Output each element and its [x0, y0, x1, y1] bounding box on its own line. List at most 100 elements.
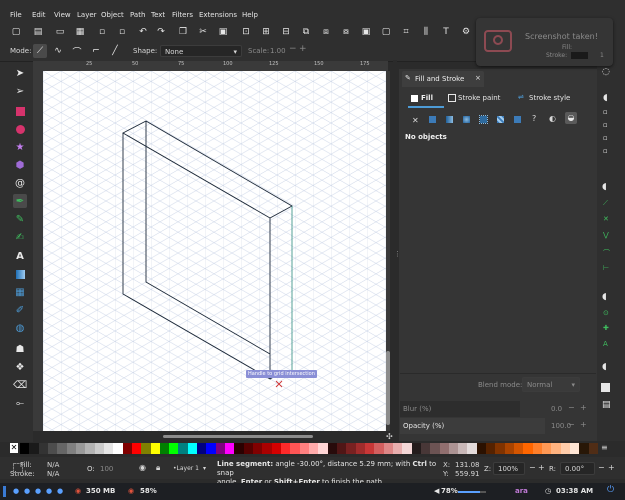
- snap-smooth-icon[interactable]: ⌒: [603, 248, 610, 258]
- opacity-increment-icon[interactable]: +: [580, 420, 587, 429]
- canvas-rotation-icon[interactable]: ✣: [386, 432, 393, 441]
- snap-text-baseline-icon[interactable]: A: [603, 340, 608, 348]
- blur-slider[interactable]: Blur (%): [400, 401, 520, 417]
- workspace-dot-icon[interactable]: ●: [13, 487, 19, 495]
- snap-nodes-icon[interactable]: ◖: [602, 182, 607, 192]
- keyboard-layout[interactable]: ara: [515, 487, 528, 495]
- volume-icon[interactable]: ◀︎: [434, 487, 439, 495]
- palette-swatch[interactable]: [514, 443, 524, 454]
- mode-bspline-icon[interactable]: ⌒: [71, 45, 83, 58]
- zoom-field[interactable]: 100%: [493, 462, 525, 475]
- workspace-dot-icon[interactable]: ●: [46, 487, 52, 495]
- palette-swatch[interactable]: [290, 443, 300, 454]
- palette-swatch[interactable]: [66, 443, 77, 454]
- rectangle-tool-icon[interactable]: [13, 104, 27, 118]
- text-font-icon[interactable]: T: [440, 26, 452, 38]
- zoom-decrement-icon[interactable]: −: [529, 463, 536, 472]
- palette-swatch[interactable]: [392, 443, 403, 454]
- palette-swatch[interactable]: [262, 443, 272, 454]
- eraser-tool-icon[interactable]: ⌫: [13, 378, 27, 392]
- horizontal-scroll-thumb[interactable]: [163, 435, 313, 438]
- palette-swatch[interactable]: [383, 443, 394, 454]
- node-tool-icon[interactable]: ➢: [13, 84, 27, 98]
- snap-cusp-icon[interactable]: ⋁: [603, 231, 609, 239]
- pen-tool-icon[interactable]: ✒: [13, 194, 27, 208]
- fill-indicator-swatch[interactable]: [13, 463, 23, 473]
- blur-decrement-icon[interactable]: −: [568, 403, 575, 412]
- snap-bbox-center-icon[interactable]: ▫: [603, 147, 608, 155]
- menu-object[interactable]: Object: [101, 11, 124, 19]
- save-icon[interactable]: ▭: [54, 26, 66, 38]
- snap-page-border-icon[interactable]: [601, 383, 610, 392]
- shape-select[interactable]: None ▾: [160, 45, 242, 57]
- mode-spiro-icon[interactable]: ∿: [52, 45, 64, 57]
- menu-filters[interactable]: Filters: [172, 11, 193, 19]
- workspace-dot-icon[interactable]: ●: [24, 487, 30, 495]
- palette-swatch[interactable]: [75, 443, 86, 454]
- palette-swatch[interactable]: [420, 443, 431, 454]
- palette-swatch[interactable]: [542, 443, 552, 454]
- palette-swatch[interactable]: [346, 443, 356, 454]
- spiral-tool-icon[interactable]: @: [13, 176, 27, 190]
- print-icon[interactable]: ▦: [74, 26, 86, 38]
- palette-swatch[interactable]: [20, 443, 30, 454]
- duplicate-icon[interactable]: ⧉: [300, 26, 312, 38]
- group-icon[interactable]: ▣: [360, 26, 372, 38]
- selector-tool-icon[interactable]: ➤: [13, 66, 27, 80]
- copy-icon[interactable]: ❐: [177, 26, 189, 38]
- palette-swatch[interactable]: [364, 443, 375, 454]
- linear-gradient-icon[interactable]: [446, 116, 453, 123]
- pattern-icon[interactable]: [497, 116, 504, 123]
- palette-swatch[interactable]: [486, 443, 496, 454]
- palette-swatch[interactable]: [178, 443, 189, 454]
- palette-swatch[interactable]: [327, 443, 338, 454]
- palette-swatch[interactable]: [141, 443, 151, 454]
- palette-swatch[interactable]: [131, 443, 142, 454]
- power-icon[interactable]: ⏻: [607, 485, 614, 495]
- text-tool-icon[interactable]: A: [13, 249, 27, 263]
- palette-swatch[interactable]: [448, 443, 459, 454]
- palette-swatch[interactable]: [94, 443, 105, 454]
- pencil-tool-icon[interactable]: ✎: [13, 212, 27, 226]
- preferences-icon[interactable]: ⚙: [460, 26, 472, 38]
- scale-decrement-icon[interactable]: −: [289, 44, 297, 54]
- zoom-drawing-icon[interactable]: ⊞: [260, 26, 272, 38]
- menu-path[interactable]: Path: [130, 11, 145, 19]
- palette-swatch[interactable]: [439, 443, 450, 454]
- palette-swatch[interactable]: [113, 443, 123, 454]
- menu-edit[interactable]: Edit: [32, 11, 46, 19]
- blur-value[interactable]: 0.0: [551, 405, 562, 413]
- connector-tool-icon[interactable]: ⟜: [13, 396, 27, 410]
- calligraphy-tool-icon[interactable]: ✍: [13, 230, 27, 244]
- palette-swatch[interactable]: [85, 443, 95, 454]
- palette-swatch[interactable]: [588, 443, 599, 454]
- tab-fill[interactable]: Fill: [408, 90, 444, 108]
- zoom-page-icon[interactable]: ⊟: [280, 26, 292, 38]
- snap-toggle-icon[interactable]: ◌: [602, 67, 610, 77]
- opacity-slider[interactable]: Opacity (%): [400, 418, 545, 434]
- new-document-icon[interactable]: ▢: [10, 26, 22, 38]
- workspace-dot-icon[interactable]: ●: [35, 487, 41, 495]
- palette-swatch[interactable]: [309, 443, 319, 454]
- scale-increment-icon[interactable]: +: [299, 44, 307, 54]
- palette-swatch[interactable]: [103, 443, 114, 454]
- zoom-selection-icon[interactable]: ⊡: [240, 26, 252, 38]
- palette-swatch[interactable]: [150, 443, 161, 454]
- drawing-canvas[interactable]: Handle to grid intersection: [43, 71, 388, 431]
- unset-paint-icon[interactable]: ?: [532, 114, 536, 123]
- vertical-scroll-thumb[interactable]: [386, 351, 390, 425]
- menu-help[interactable]: Help: [242, 11, 258, 19]
- zoom-increment-icon[interactable]: +: [538, 463, 545, 472]
- snap-path-icon[interactable]: ⟋: [603, 199, 608, 208]
- palette-swatch[interactable]: [402, 443, 412, 454]
- palette-swatch[interactable]: [187, 443, 198, 454]
- align-icon[interactable]: ⫼: [420, 26, 432, 38]
- undo-icon[interactable]: ↶: [137, 26, 149, 38]
- snap-bbox-edge-icon[interactable]: ▫: [603, 108, 608, 116]
- snap-midpoint-icon[interactable]: ⊢: [603, 264, 609, 272]
- snap-rotation-center-icon[interactable]: ✚: [603, 324, 609, 332]
- palette-swatch[interactable]: [299, 443, 310, 454]
- status-fill-value[interactable]: N/A: [47, 461, 59, 469]
- clone-icon[interactable]: ⧈: [320, 26, 332, 38]
- palette-swatch[interactable]: [458, 443, 468, 454]
